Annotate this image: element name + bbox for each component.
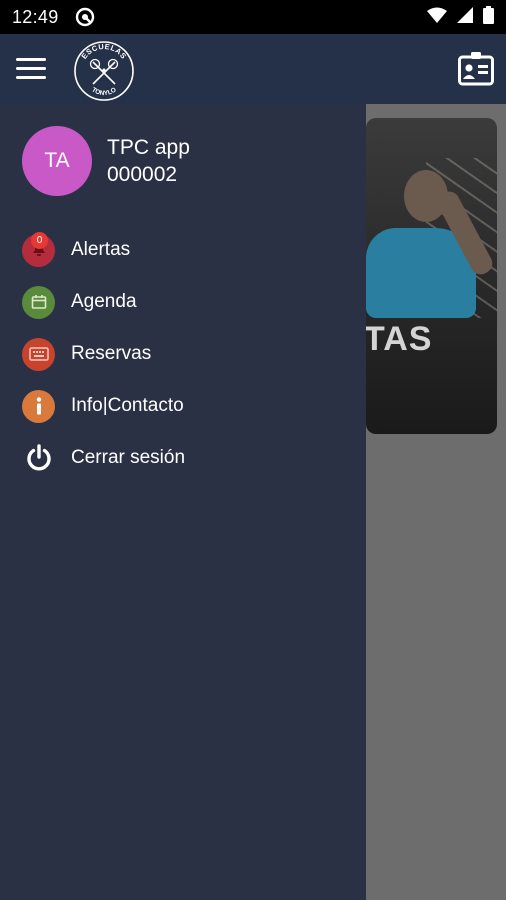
notification-icon [75, 7, 95, 27]
promo-card[interactable]: TAS [366, 118, 497, 434]
avatar: TA [22, 126, 92, 196]
calendar-icon [22, 285, 55, 319]
keyboard-icon [22, 337, 55, 371]
drawer-item-reservas[interactable]: Reservas [22, 328, 185, 380]
drawer-item-agenda[interactable]: Agenda [22, 276, 185, 328]
drawer-item-label: Agenda [71, 291, 137, 312]
logo-text-bottom: TONYLO [90, 86, 117, 97]
battery-icon [483, 5, 494, 29]
info-icon [22, 389, 55, 423]
drawer-item-cerrar-sesion[interactable]: Cerrar sesión [22, 432, 185, 484]
drawer-item-info-contacto[interactable]: Info|Contacto [22, 380, 185, 432]
school-logo: ESCUELAS TONYLO [73, 40, 135, 102]
alert-count-badge: 0 [31, 231, 48, 249]
id-card-icon[interactable] [458, 52, 494, 86]
status-time: 12:49 [12, 6, 59, 27]
promo-card-title: TAS [366, 320, 433, 358]
alert-icon: 0 [22, 231, 55, 267]
svg-text:TONYLO: TONYLO [90, 86, 117, 97]
svg-text:ESCUELAS: ESCUELAS [80, 42, 129, 61]
drawer-item-alertas[interactable]: 0 Alertas [22, 224, 185, 276]
signal-icon [457, 6, 473, 28]
drawer-item-label: Alertas [71, 239, 131, 260]
hamburger-menu-icon[interactable] [16, 56, 46, 82]
drawer-item-label: Reservas [71, 343, 152, 364]
navigation-drawer: TA TPC app 000002 0 Alertas Agenda Reser… [0, 104, 366, 900]
user-id: 000002 [107, 163, 178, 186]
user-profile: TA TPC app 000002 [22, 126, 190, 196]
logo-text-top: ESCUELAS [80, 42, 128, 61]
user-name: TPC app [107, 136, 190, 159]
status-bar: 12:49 [0, 0, 506, 34]
wifi-icon [427, 7, 447, 28]
avatar-initials: TA [44, 149, 70, 172]
drawer-menu: 0 Alertas Agenda Reservas Info|Contacto … [22, 224, 185, 484]
drawer-item-label: Cerrar sesión [71, 447, 186, 468]
app-bar: ESCUELAS TONYLO [0, 34, 506, 104]
power-icon [22, 442, 55, 475]
drawer-item-label: Info|Contacto [71, 395, 184, 416]
